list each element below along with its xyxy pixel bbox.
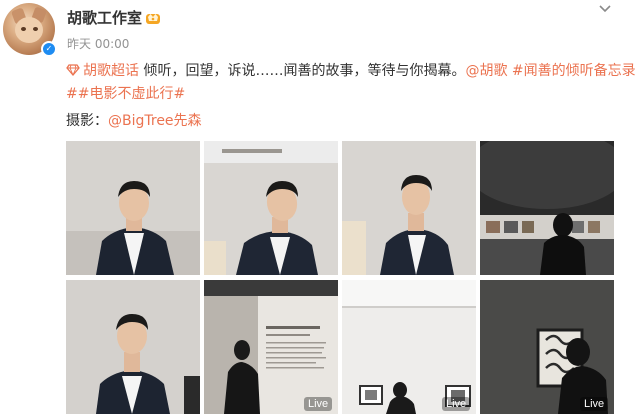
vip-crown-icon[interactable] bbox=[145, 9, 161, 25]
live-badge: Live bbox=[580, 397, 609, 411]
credit-label: 摄影： bbox=[66, 113, 108, 129]
hashtag-link[interactable]: #电影不虚此行# bbox=[78, 86, 185, 102]
credit-mention-link[interactable]: @BigTree先森 bbox=[108, 113, 202, 129]
chevron-down-icon[interactable] bbox=[598, 4, 612, 14]
photo-thumbnail[interactable] bbox=[204, 141, 338, 275]
weibo-post: ✓ 胡歌工作室 昨天 00:00 胡歌超话 倾听，回望，诉说……闻善的故事，等待… bbox=[0, 0, 640, 418]
photo-thumbnail[interactable] bbox=[480, 141, 614, 275]
super-topic-diamond-icon bbox=[66, 64, 80, 76]
photo-thumbnail[interactable] bbox=[66, 280, 200, 414]
post-text: 胡歌超话 倾听，回望，诉说……闻善的故事，等待与你揭幕。@胡歌 #闻善的倾听备忘… bbox=[66, 60, 636, 106]
live-badge: Live bbox=[442, 397, 471, 411]
super-topic-label: 胡歌超话 bbox=[83, 63, 139, 79]
post-body: 倾听，回望，诉说……闻善的故事，等待与你揭幕。 bbox=[139, 63, 466, 79]
live-badge: Live bbox=[304, 397, 333, 411]
photo-thumbnail[interactable] bbox=[66, 141, 200, 275]
photo-credit: 摄影：@BigTree先森 bbox=[66, 110, 202, 130]
post-time: 昨天 00:00 bbox=[67, 37, 130, 51]
mention-link[interactable]: @胡歌 bbox=[465, 63, 507, 79]
author-name[interactable]: 胡歌工作室 bbox=[67, 7, 142, 28]
photo-thumbnail[interactable] bbox=[342, 141, 476, 275]
verified-icon: ✓ bbox=[41, 41, 57, 57]
photo-thumbnail[interactable] bbox=[204, 280, 338, 414]
photo-thumbnail[interactable] bbox=[342, 280, 476, 414]
photo-thumbnail[interactable] bbox=[480, 280, 614, 414]
super-topic-link[interactable]: 胡歌超话 bbox=[66, 63, 139, 79]
